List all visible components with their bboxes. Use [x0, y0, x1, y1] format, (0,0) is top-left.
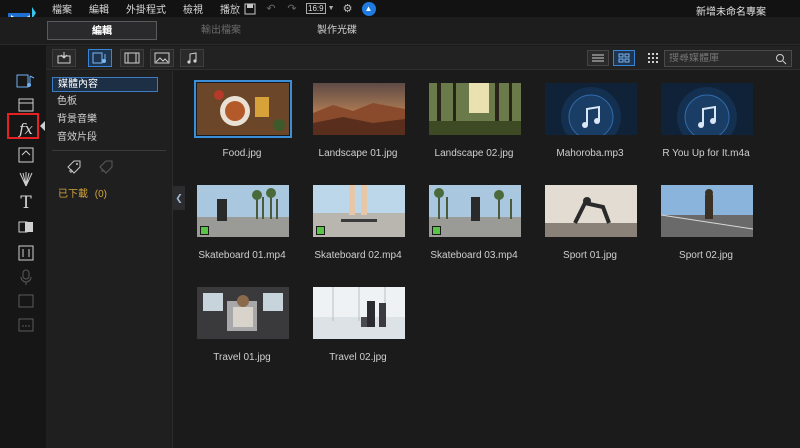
media-name: Travel 02.jpg — [329, 352, 387, 363]
tab-output[interactable]: 輸出檔案 — [166, 21, 276, 40]
media-thumbnail-mahoroba[interactable] — [545, 83, 637, 135]
menu-view[interactable]: 檢視 — [183, 1, 203, 16]
gear-icon[interactable]: ⚙ — [341, 2, 355, 16]
thumbnail-size-icon[interactable] — [642, 50, 664, 66]
downloaded-label: 已下載 — [58, 189, 88, 200]
media-name: Landscape 02.jpg — [434, 148, 514, 159]
template-room-icon[interactable] — [16, 95, 36, 115]
media-thumbnail-skateboard-03[interactable] — [429, 185, 521, 237]
menubar: 檔案 編輯 外掛程式 檢視 播放 ↶ ↷ 16:9 ▼ ⚙ ▲ 新增未命名專案 — [0, 0, 800, 29]
downloaded-count: (0) — [94, 189, 108, 200]
video-badge-icon — [200, 226, 209, 235]
panel-pointer-icon — [40, 121, 45, 131]
tree-item-color-board[interactable]: 色板 — [52, 95, 158, 110]
video-badge-icon — [432, 226, 441, 235]
media-thumbnail-skateboard-02[interactable] — [313, 185, 405, 237]
media-thumbnail-sport-02[interactable] — [661, 185, 753, 237]
media-item[interactable]: Sport 01.jpg — [538, 173, 637, 261]
save-icon[interactable] — [243, 2, 257, 16]
undo-icon[interactable]: ↶ — [264, 2, 278, 16]
search-icon[interactable] — [775, 53, 787, 65]
filter-video-button[interactable] — [120, 49, 144, 67]
media-thumbnail-skateboard-01[interactable] — [197, 185, 289, 237]
audio-mix-room-icon[interactable] — [16, 243, 36, 263]
pip-room-icon[interactable] — [16, 145, 36, 165]
video-badge-icon — [316, 226, 325, 235]
media-name: Sport 01.jpg — [563, 250, 617, 261]
particle-room-icon[interactable] — [16, 169, 36, 189]
media-thumbnail-r-you-up-for-it[interactable] — [661, 83, 753, 135]
aspect-ratio-select[interactable]: 16:9 — [306, 3, 326, 14]
media-thumbnail-landscape-02[interactable] — [429, 83, 521, 135]
media-name: Mahoroba.mp3 — [556, 148, 624, 159]
media-thumbnail-sport-01[interactable] — [545, 185, 637, 237]
filter-image-button[interactable] — [150, 49, 174, 67]
media-name: Skateboard 01.mp4 — [198, 250, 286, 261]
transition-room-icon[interactable] — [16, 217, 36, 237]
media-item[interactable]: Landscape 01.jpg — [306, 71, 405, 159]
room-rail: fx T — [0, 45, 46, 448]
mode-tabs: 編輯 輸出檔案 製作光碟 — [0, 17, 800, 45]
media-thumbnail-travel-02[interactable] — [313, 287, 405, 339]
media-name: Food.jpg — [222, 148, 262, 159]
fx-room-icon[interactable]: fx — [16, 119, 36, 139]
media-name: Sport 02.jpg — [679, 250, 733, 261]
chapter-room-icon[interactable] — [16, 291, 36, 311]
menu-file[interactable]: 檔案 — [52, 1, 72, 16]
media-item[interactable]: Travel 01.jpg — [190, 275, 289, 363]
media-name: Landscape 01.jpg — [318, 148, 398, 159]
redo-icon[interactable]: ↷ — [285, 2, 299, 16]
library-tree: 媒體內容 色板 背景音樂 音效片段 已下載 (0) — [46, 71, 173, 448]
chevron-down-icon[interactable]: ▼ — [328, 5, 335, 12]
media-name: Travel 01.jpg — [213, 352, 271, 363]
media-name: Skateboard 03.mp4 — [430, 250, 518, 261]
menu-plugins[interactable]: 外掛程式 — [126, 1, 166, 16]
add-tag-icon[interactable] — [66, 159, 84, 175]
tree-item-background-music[interactable]: 背景音樂 — [52, 113, 158, 128]
media-item[interactable]: Food.jpg — [190, 71, 292, 159]
divider — [52, 150, 166, 151]
media-thumbnail-landscape-01[interactable] — [313, 83, 405, 135]
divider — [236, 2, 237, 15]
media-item[interactable]: Sport 02.jpg — [654, 173, 753, 261]
downloaded-folder[interactable]: 已下載 (0) — [58, 185, 107, 200]
media-item[interactable]: Mahoroba.mp3 — [538, 71, 637, 159]
title-room-icon[interactable]: T — [16, 193, 36, 213]
media-item[interactable]: Skateboard 01.mp4 — [190, 173, 289, 261]
media-name: R You Up for It.m4a — [662, 148, 750, 159]
tree-item-sound-clips[interactable]: 音效片段 — [52, 131, 158, 146]
media-item[interactable]: Landscape 02.jpg — [422, 71, 521, 159]
media-item[interactable]: Skateboard 03.mp4 — [422, 173, 521, 261]
project-name: 新增未命名專案 — [696, 7, 766, 18]
subtitle-room-icon[interactable] — [16, 315, 36, 335]
media-item[interactable]: Travel 02.jpg — [306, 275, 405, 363]
grid-view-button[interactable] — [613, 50, 635, 66]
tab-create-disc[interactable]: 製作光碟 — [282, 21, 392, 40]
media-item[interactable]: R You Up for It.m4a — [654, 71, 753, 159]
filter-all-media-button[interactable] — [88, 49, 112, 67]
library-search[interactable] — [664, 50, 792, 67]
microphone-icon[interactable] — [16, 267, 36, 287]
tab-edit[interactable]: 編輯 — [47, 21, 157, 40]
search-input[interactable] — [669, 53, 769, 64]
media-library-grid: Food.jpg Landscape 01.jpg Landscape 02.j… — [190, 71, 800, 448]
tree-item-media-content[interactable]: 媒體內容 — [52, 77, 158, 92]
filter-audio-button[interactable] — [180, 49, 204, 67]
media-name: Skateboard 02.mp4 — [314, 250, 402, 261]
menu-edit[interactable]: 編輯 — [89, 1, 109, 16]
import-media-button[interactable] — [52, 49, 76, 67]
media-room-icon[interactable] — [16, 71, 36, 91]
media-thumbnail-travel-01[interactable] — [197, 287, 289, 339]
media-item[interactable]: Skateboard 02.mp4 — [306, 173, 405, 261]
collapse-panel-button[interactable]: ❮ — [173, 186, 185, 210]
library-toolbar — [46, 46, 800, 70]
remove-tag-icon[interactable] — [98, 159, 116, 175]
list-view-button[interactable] — [587, 50, 609, 66]
media-thumbnail-food[interactable] — [194, 80, 292, 138]
notification-bell-icon[interactable]: ▲ — [361, 1, 376, 16]
